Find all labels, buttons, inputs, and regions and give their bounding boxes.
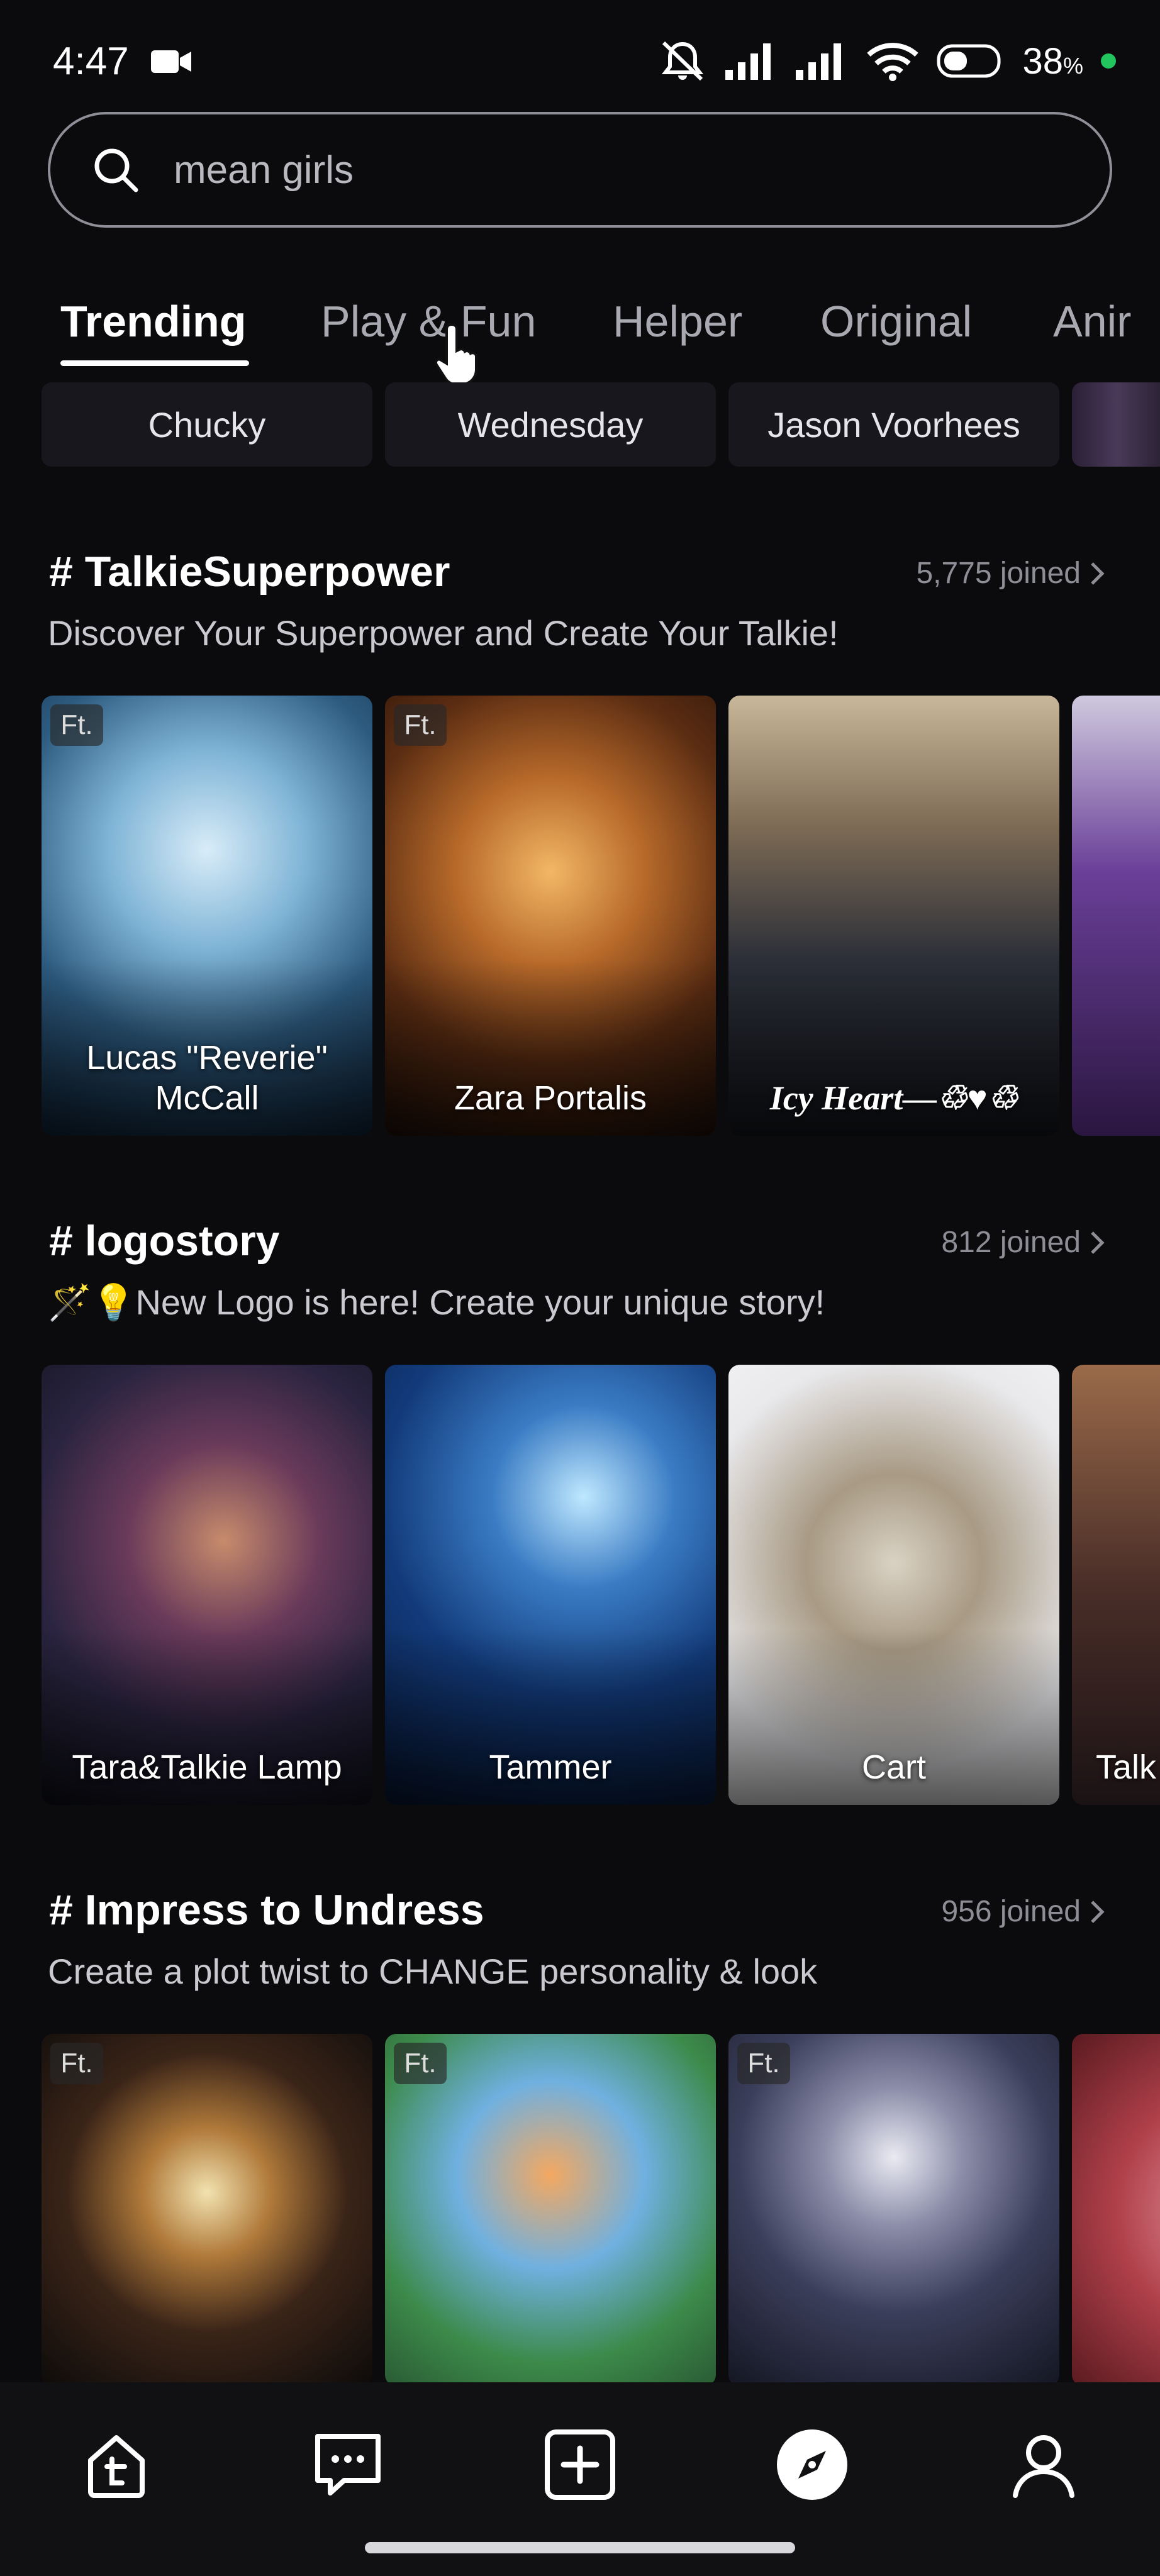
privacy-indicator-dot bbox=[1101, 53, 1116, 69]
chip-partial[interactable] bbox=[1072, 382, 1160, 467]
section-description: 🪄💡New Logo is here! Create your unique s… bbox=[48, 1282, 825, 1322]
character-card[interactable] bbox=[1072, 2034, 1160, 2386]
character-card[interactable]: Tammer bbox=[385, 1365, 716, 1805]
joined-count: 812 joined bbox=[941, 1226, 1081, 1259]
chat-icon bbox=[315, 2434, 381, 2496]
character-card[interactable]: Ft. bbox=[42, 2034, 372, 2386]
card-name: Lucas "Reverie" McCall bbox=[86, 1039, 328, 1117]
character-card[interactable]: Cart bbox=[728, 1365, 1059, 1805]
search-query: mean girls bbox=[174, 148, 354, 192]
status-time: 4:47 bbox=[53, 40, 129, 83]
section-description: Discover Your Superpower and Create Your… bbox=[48, 613, 839, 653]
home-icon bbox=[88, 2435, 145, 2498]
signal-icon bbox=[725, 43, 771, 80]
tab-play-fun[interactable]: Play & Fun bbox=[321, 296, 536, 347]
tab-helper[interactable]: Helper bbox=[613, 296, 742, 347]
nav-create[interactable] bbox=[539, 2424, 621, 2506]
section-title[interactable]: # Impress to Undress bbox=[49, 1885, 484, 1935]
muted-bell-icon bbox=[662, 41, 704, 81]
nav-chat[interactable] bbox=[307, 2424, 389, 2506]
joined-count: 956 joined bbox=[941, 1895, 1081, 1928]
section-title[interactable]: # TalkieSuperpower bbox=[49, 547, 450, 596]
bottom-nav bbox=[0, 2382, 1160, 2576]
character-card[interactable]: Ft. Lucas "Reverie" McCall bbox=[42, 696, 372, 1136]
ft-badge: Ft. bbox=[50, 2043, 103, 2084]
chip-jason-voorhees[interactable]: Jason Voorhees bbox=[728, 382, 1059, 467]
profile-icon bbox=[1013, 2435, 1074, 2498]
nav-profile[interactable] bbox=[1003, 2424, 1085, 2506]
chip-wednesday[interactable]: Wednesday bbox=[385, 382, 716, 467]
character-card[interactable]: Ft. bbox=[728, 2034, 1059, 2386]
chevron-right-icon bbox=[1091, 1231, 1105, 1254]
create-icon bbox=[545, 2429, 615, 2500]
section-joined-link[interactable]: 5,775 joined bbox=[916, 556, 1105, 591]
status-bar: 4:47 38% bbox=[0, 0, 1160, 119]
card-name: Zara Portalis bbox=[454, 1079, 647, 1117]
home-indicator[interactable] bbox=[365, 2542, 795, 2553]
chip-row: Chucky Wednesday Jason Voorhees bbox=[42, 382, 1160, 470]
ft-badge: Ft. bbox=[394, 2043, 447, 2084]
section-title[interactable]: # logostory bbox=[49, 1216, 280, 1265]
section-joined-link[interactable]: 956 joined bbox=[941, 1894, 1105, 1929]
character-card[interactable] bbox=[1072, 696, 1160, 1136]
section-joined-link[interactable]: 812 joined bbox=[941, 1225, 1105, 1260]
explore-icon bbox=[777, 2429, 847, 2500]
character-card[interactable]: Tara&Talkie Lamp bbox=[42, 1365, 372, 1805]
character-card[interactable]: Icy Heart—♲♥♲ bbox=[728, 696, 1059, 1136]
search-input[interactable]: mean girls bbox=[48, 112, 1112, 228]
character-card[interactable]: Talk bbox=[1072, 1365, 1160, 1805]
card-name: Talk bbox=[1096, 1748, 1157, 1786]
camera-icon bbox=[151, 50, 191, 73]
tab-original[interactable]: Original bbox=[820, 296, 972, 347]
pointer-cursor-icon bbox=[434, 323, 477, 386]
ft-badge: Ft. bbox=[394, 704, 447, 746]
card-name: Tara&Talkie Lamp bbox=[72, 1748, 342, 1786]
character-card[interactable]: Ft. Zara Portalis bbox=[385, 696, 716, 1136]
active-tab-indicator bbox=[60, 360, 249, 366]
character-card[interactable]: Ft. bbox=[385, 2034, 716, 2386]
card-row: Ft. Lucas "Reverie" McCall Ft. Zara Port… bbox=[42, 696, 1160, 1136]
card-row: Ft. Ft. Ft. bbox=[42, 2034, 1160, 2386]
battery-percent: 38% bbox=[1022, 40, 1083, 82]
signal-icon bbox=[796, 43, 842, 80]
card-name: Cart bbox=[861, 1748, 926, 1786]
chip-chucky[interactable]: Chucky bbox=[42, 382, 372, 467]
battery-icon bbox=[937, 44, 1001, 78]
joined-count: 5,775 joined bbox=[916, 557, 1081, 590]
card-name: Icy Heart—♲♥♲ bbox=[769, 1079, 1018, 1117]
section-description: Create a plot twist to CHANGE personalit… bbox=[48, 1951, 818, 1991]
nav-home[interactable] bbox=[75, 2424, 157, 2506]
wifi-icon bbox=[867, 43, 919, 81]
search-icon bbox=[94, 148, 138, 192]
card-name: Tammer bbox=[489, 1748, 612, 1786]
chevron-right-icon bbox=[1091, 1900, 1105, 1923]
ft-badge: Ft. bbox=[50, 704, 103, 746]
chevron-right-icon bbox=[1091, 562, 1105, 585]
tab-anime[interactable]: Anir bbox=[1053, 296, 1131, 347]
category-tabs: Trending Play & Fun Helper Original Anir bbox=[0, 286, 1160, 368]
card-row: Tara&Talkie Lamp Tammer Cart Talk bbox=[42, 1365, 1160, 1805]
tab-trending[interactable]: Trending bbox=[60, 296, 247, 347]
ft-badge: Ft. bbox=[737, 2043, 790, 2084]
nav-explore[interactable] bbox=[771, 2424, 853, 2506]
